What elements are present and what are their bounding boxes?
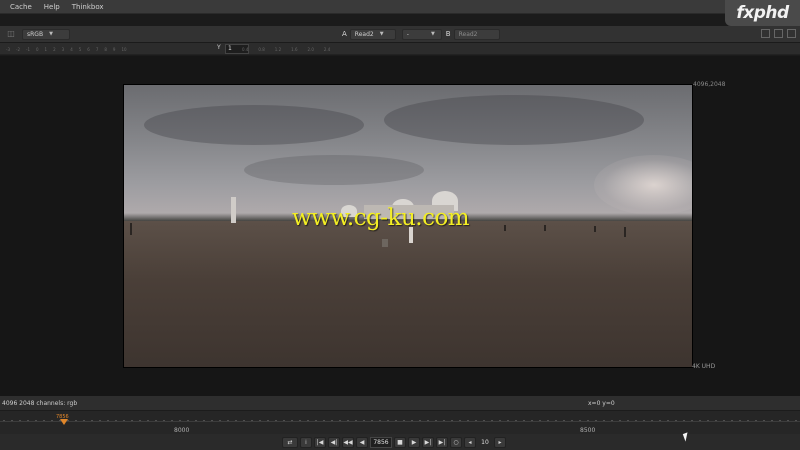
- channels-info: 4096 2048 channels: rgb: [2, 400, 78, 407]
- timeline-label: 8500: [580, 427, 596, 434]
- ruler-tick: 1.2: [274, 46, 282, 52]
- increment-field[interactable]: 10: [478, 437, 492, 448]
- ruler-tick: 1: [44, 46, 48, 52]
- timeline-label: 8000: [174, 427, 190, 434]
- compare-operation-dropdown[interactable]: - ▼: [401, 28, 442, 40]
- menu-help[interactable]: Help: [44, 3, 60, 11]
- watermark-text: www.cg-ku.com: [292, 205, 470, 231]
- current-frame-field[interactable]: 7856: [370, 436, 392, 448]
- play-button[interactable]: ▶: [408, 436, 420, 448]
- next-keyframe-button[interactable]: ▶|: [422, 436, 434, 448]
- ruler-tick: 6: [87, 46, 90, 52]
- checker-icon[interactable]: [787, 29, 796, 38]
- in-out-button[interactable]: ⁞: [300, 436, 312, 448]
- cloud: [384, 95, 644, 145]
- step-back-increment-button[interactable]: ◀◀: [342, 436, 354, 448]
- cloud: [144, 105, 364, 145]
- info-bar: 4096 2048 channels: rgb x=0 y=0: [0, 396, 800, 410]
- ground: [124, 221, 692, 367]
- prev-keyframe-button[interactable]: ◀|: [328, 436, 340, 448]
- fxphd-logo: fxphd: [725, 0, 800, 26]
- format-name-label: 4K UHD: [692, 363, 716, 370]
- playback-controls: ⇄ ⁞ |◀ ◀| ◀◀ ◀ 7856 ■ ▶ ▶| ▶| ○ ◂ 10 ▸: [0, 434, 800, 450]
- ruler-tick: -1: [26, 46, 30, 52]
- ruler-tick: 2.4: [323, 46, 331, 52]
- chevron-down-icon: ▼: [430, 31, 435, 37]
- colorspace-value: sRGB: [27, 30, 44, 38]
- increment-button[interactable]: ▸: [494, 436, 506, 448]
- loop-button[interactable]: ○: [450, 436, 462, 448]
- person: [594, 226, 596, 232]
- decrement-button[interactable]: ◂: [464, 436, 476, 448]
- person: [624, 227, 626, 237]
- input-b-value: Read2: [458, 30, 478, 38]
- step-back-button[interactable]: ◀: [356, 436, 368, 448]
- ruler-tick: 4: [70, 46, 73, 52]
- proxy-icon[interactable]: [774, 29, 783, 38]
- menu-thinkbox[interactable]: Thinkbox: [72, 3, 104, 11]
- monument-tower: [231, 197, 236, 223]
- ruler-tick: 0.8: [258, 46, 265, 52]
- input-a-dropdown[interactable]: Read2 ▼: [349, 28, 396, 40]
- ruler-tick: -3: [6, 46, 10, 52]
- ruler-tick: 9: [112, 46, 116, 52]
- format-size-label: 4096,2048: [693, 81, 726, 88]
- input-a-group: A Read2 ▼: [342, 28, 396, 40]
- playhead-marker[interactable]: [60, 419, 68, 425]
- ruler-tick: 8: [104, 46, 107, 52]
- ruler-tick: 2: [53, 46, 56, 52]
- ruler-tick: 1.6: [291, 46, 298, 52]
- ruler-tick: 0.4: [242, 46, 249, 52]
- input-b-dropdown[interactable]: Read2: [453, 28, 500, 40]
- ruler-tick: 2.0: [307, 46, 314, 52]
- lut-icon[interactable]: ◫: [6, 29, 16, 39]
- person: [544, 225, 546, 231]
- person: [504, 225, 506, 231]
- person: [130, 223, 132, 235]
- menu-cache[interactable]: Cache: [10, 3, 32, 11]
- roi-icon[interactable]: [761, 29, 770, 38]
- viewer-image[interactable]: www.cg-ku.com: [123, 84, 693, 368]
- person: [382, 239, 388, 247]
- input-b-group: B Read2: [445, 28, 500, 40]
- ruler-tick: 10: [121, 46, 127, 52]
- viewer-option-icons: [761, 29, 796, 38]
- ruler-tick: 0: [36, 46, 39, 52]
- viewer-toolbar: ◫ sRGB ▼ A Read2 ▼ - ▼ B Read2: [0, 26, 800, 42]
- ruler-tick: 7: [95, 46, 99, 52]
- colorspace-dropdown[interactable]: sRGB ▼: [22, 28, 70, 40]
- input-b-tag: B: [445, 30, 451, 38]
- input-a-tag: A: [342, 30, 347, 38]
- go-to-start-button[interactable]: |◀: [314, 436, 326, 448]
- gamma-slider[interactable]: 0.4 0.8 1.2 1.6 2.0 2.4: [238, 43, 388, 55]
- chevron-down-icon: ▼: [379, 31, 384, 37]
- gain-gamma-ruler: -3 -2 -1 0 1 2 3 4 5 6 7 8 9 10 Y 1 0.4 …: [0, 43, 800, 55]
- input-a-value: Read2: [354, 30, 374, 38]
- cursor-coords: x=0 y=0: [588, 400, 615, 407]
- menu-bar: Cache Help Thinkbox: [0, 0, 800, 14]
- cloud: [244, 155, 424, 185]
- range-mode-button[interactable]: ⇄: [282, 436, 298, 448]
- compare-operation-value: -: [406, 30, 409, 38]
- stop-button[interactable]: ■: [394, 436, 406, 448]
- go-to-end-button[interactable]: ▶|: [436, 436, 448, 448]
- ruler-tick: 3: [61, 46, 65, 52]
- ruler-tick: -2: [16, 46, 20, 52]
- logo-text: fxphd: [736, 3, 789, 23]
- chevron-down-icon: ▼: [49, 31, 53, 37]
- ruler-tick: 5: [78, 46, 82, 52]
- gain-slider[interactable]: -3 -2 -1 0 1 2 3 4 5 6 7 8 9 10: [0, 43, 215, 55]
- timeline[interactable]: 7856 8000 8500: [0, 410, 800, 434]
- y-label: Y: [217, 44, 221, 51]
- timeline-track: [0, 421, 800, 422]
